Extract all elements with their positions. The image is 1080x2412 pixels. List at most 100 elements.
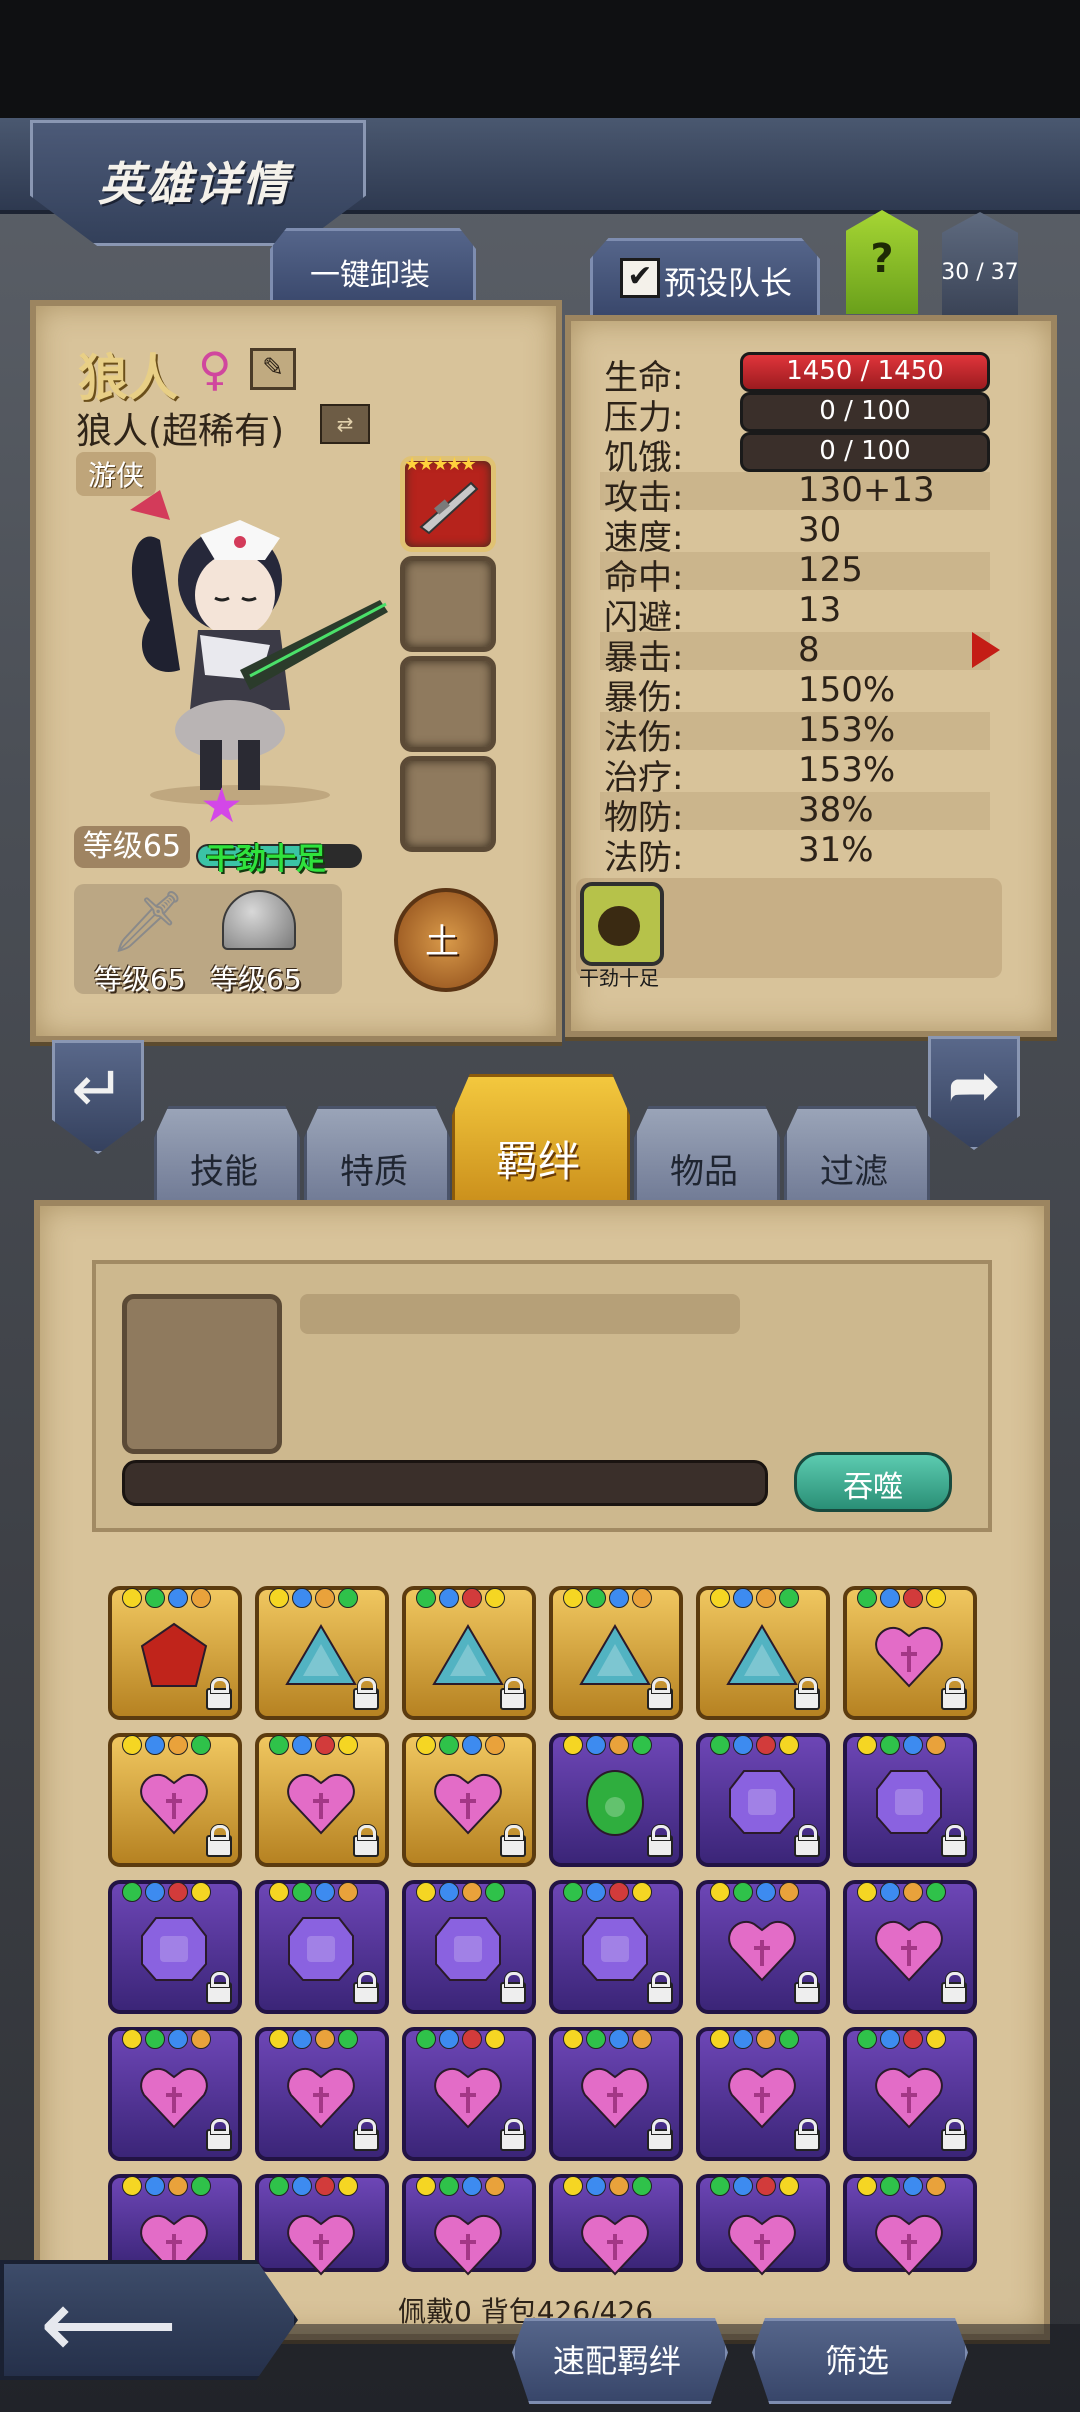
socket-dots [857, 1735, 946, 1755]
prev-arrow-icon: ↵ [71, 1053, 125, 1127]
star-icon: ★ [200, 778, 244, 834]
speed-value: 30 [798, 510, 842, 550]
socket-dots [122, 1588, 211, 1608]
rarity-stars: ★★★★★ [404, 454, 477, 475]
gem-slot[interactable] [255, 2027, 389, 2161]
gem-slot[interactable] [843, 2027, 977, 2161]
gem-slot[interactable] [255, 2174, 389, 2276]
accessory-slot-3[interactable] [400, 656, 496, 752]
gem-slot[interactable] [402, 2174, 536, 2276]
socket-dots [269, 1588, 358, 1608]
lock-icon [500, 1825, 526, 1857]
devour-slot[interactable] [122, 1294, 282, 1454]
critdmg-value: 150% [798, 670, 896, 710]
socket-dots [710, 1588, 799, 1608]
gem-slot[interactable] [108, 1880, 242, 2014]
gem-slot[interactable] [108, 2027, 242, 2161]
gem-slot[interactable] [255, 1880, 389, 2014]
socket-dots [710, 1735, 799, 1755]
gem-slot[interactable] [402, 1586, 536, 1720]
gem-slot[interactable] [696, 2174, 830, 2276]
hero-name: 狼人 [78, 349, 178, 407]
pink-gem-icon [875, 1627, 943, 1688]
devour-description [300, 1294, 740, 1334]
violet-gem-icon [582, 1917, 648, 1981]
socket-dots [122, 2029, 211, 2049]
mdef-label: 法防: [604, 838, 684, 878]
gem-slot[interactable] [696, 2027, 830, 2161]
gem-slot[interactable] [843, 1733, 977, 1867]
crit-value: 8 [798, 630, 820, 670]
lock-icon [353, 2119, 379, 2151]
gem-slot[interactable] [402, 1880, 536, 2014]
gem-slot[interactable] [255, 1586, 389, 1720]
socket-dots [416, 1735, 505, 1755]
socket-dots [563, 1882, 652, 1902]
gem-slot[interactable] [402, 1733, 536, 1867]
lock-icon [647, 1825, 673, 1857]
accessory-slot-2[interactable] [400, 556, 496, 652]
lock-icon [794, 1678, 820, 1710]
green-gem-icon [586, 1770, 644, 1836]
back-arrow-icon: ⟵ [40, 2268, 178, 2380]
next-arrow-icon: ➦ [947, 1049, 1001, 1123]
gem-slot[interactable] [549, 1586, 683, 1720]
socket-dots [563, 2176, 652, 2196]
devour-progress-bar [122, 1460, 768, 1506]
pink-gem-icon [287, 2215, 355, 2276]
stress-value: 0 / 100 [819, 396, 911, 426]
gem-slot[interactable] [696, 1880, 830, 2014]
pink-gem-icon [875, 2215, 943, 2276]
armor-level: 等级65 [210, 963, 302, 996]
expand-stats-arrow[interactable] [972, 632, 1000, 668]
accessory-slot-4[interactable] [400, 756, 496, 852]
gem-slot[interactable] [549, 1733, 683, 1867]
gem-slot[interactable] [549, 2174, 683, 2276]
lock-icon [206, 2119, 232, 2151]
pink-gem-icon [140, 2068, 208, 2129]
gem-slot[interactable] [696, 1733, 830, 1867]
gem-slot[interactable] [843, 2174, 977, 2276]
lock-icon [647, 1678, 673, 1710]
gem-slot[interactable] [108, 2174, 242, 2276]
lock-icon [353, 1825, 379, 1857]
tab-items-label: 物品 [670, 1152, 738, 1192]
socket-dots [710, 2176, 799, 2196]
socket-dots [269, 1882, 358, 1902]
gem-slot[interactable] [843, 1586, 977, 1720]
violet-gem-icon [435, 1917, 501, 1981]
cyan-gem-icon [285, 1624, 357, 1685]
lock-icon [941, 2119, 967, 2151]
socket-dots [710, 2029, 799, 2049]
team-count: 30 / 37 [941, 260, 1019, 285]
lock-icon [941, 1825, 967, 1857]
lock-icon [500, 1678, 526, 1710]
female-icon: ♀ [198, 342, 232, 396]
violet-gem-icon [729, 1770, 795, 1834]
gem-slot[interactable] [549, 2027, 683, 2161]
socket-dots [269, 2029, 358, 2049]
tab-traits-label: 特质 [340, 1152, 408, 1192]
hunger-value: 0 / 100 [819, 436, 911, 466]
socket-dots [416, 1588, 505, 1608]
red-gem-icon [140, 1622, 208, 1687]
hp-value: 1450 / 1450 [786, 356, 944, 386]
gem-slot[interactable] [255, 1733, 389, 1867]
sword-icon[interactable]: 🗡 [110, 886, 186, 957]
swap-icon[interactable]: ⇄ [320, 404, 370, 444]
gem-slot[interactable] [108, 1733, 242, 1867]
violet-gem-icon [876, 1770, 942, 1834]
gem-slot[interactable] [843, 1880, 977, 2014]
socket-dots [269, 1735, 358, 1755]
unequip-all-label: 一键卸装 [310, 258, 430, 293]
pink-gem-icon [728, 1921, 796, 1982]
edit-name-icon[interactable]: ✎ [250, 348, 296, 390]
gem-slot[interactable] [549, 1880, 683, 2014]
help-icon: ? [870, 236, 894, 282]
gem-slot[interactable] [402, 2027, 536, 2161]
preset-leader-label: 预设队长 [664, 264, 793, 302]
gem-slot[interactable] [696, 1586, 830, 1720]
gem-slot[interactable] [108, 1586, 242, 1720]
mdef-value: 31% [798, 830, 874, 870]
preset-leader-checkbox[interactable]: ✔ [620, 258, 660, 298]
